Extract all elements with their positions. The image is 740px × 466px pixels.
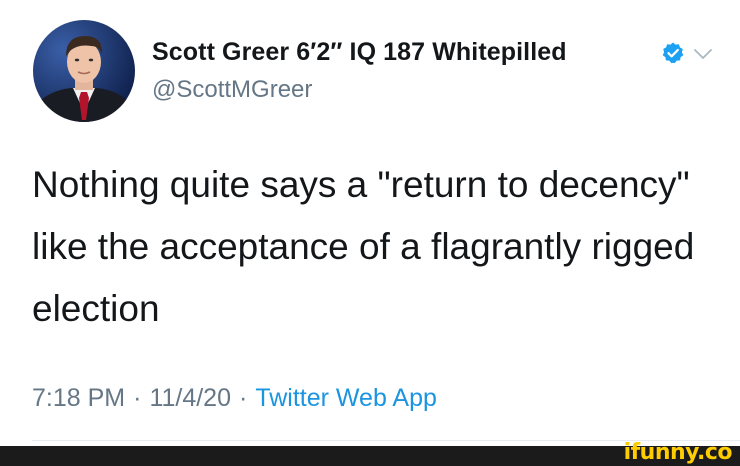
meta-separator: · bbox=[133, 384, 142, 412]
tweet-text: Nothing quite says a "return to decency"… bbox=[32, 164, 695, 329]
avatar[interactable] bbox=[33, 20, 135, 122]
tweet-card: Scott Greer 6′2″ IQ 187 Whitepilled @Sco… bbox=[0, 0, 740, 446]
tweet-source-link[interactable]: Twitter Web App bbox=[255, 384, 437, 412]
meta-separator: · bbox=[239, 384, 248, 412]
user-handle[interactable]: @ScottMGreer bbox=[152, 76, 312, 104]
display-name[interactable]: Scott Greer 6′2″ IQ 187 Whitepilled bbox=[152, 38, 567, 67]
tweet-date[interactable]: 11/4/20 bbox=[149, 384, 231, 412]
tweet-meta: 7:18 PM · 11/4/20 · Twitter Web App bbox=[32, 384, 437, 413]
ifunny-watermark: ifunny.co bbox=[623, 440, 733, 465]
tweet-time[interactable]: 7:18 PM bbox=[32, 384, 125, 412]
verified-badge-icon bbox=[662, 42, 684, 64]
chevron-down-icon[interactable] bbox=[692, 43, 714, 65]
